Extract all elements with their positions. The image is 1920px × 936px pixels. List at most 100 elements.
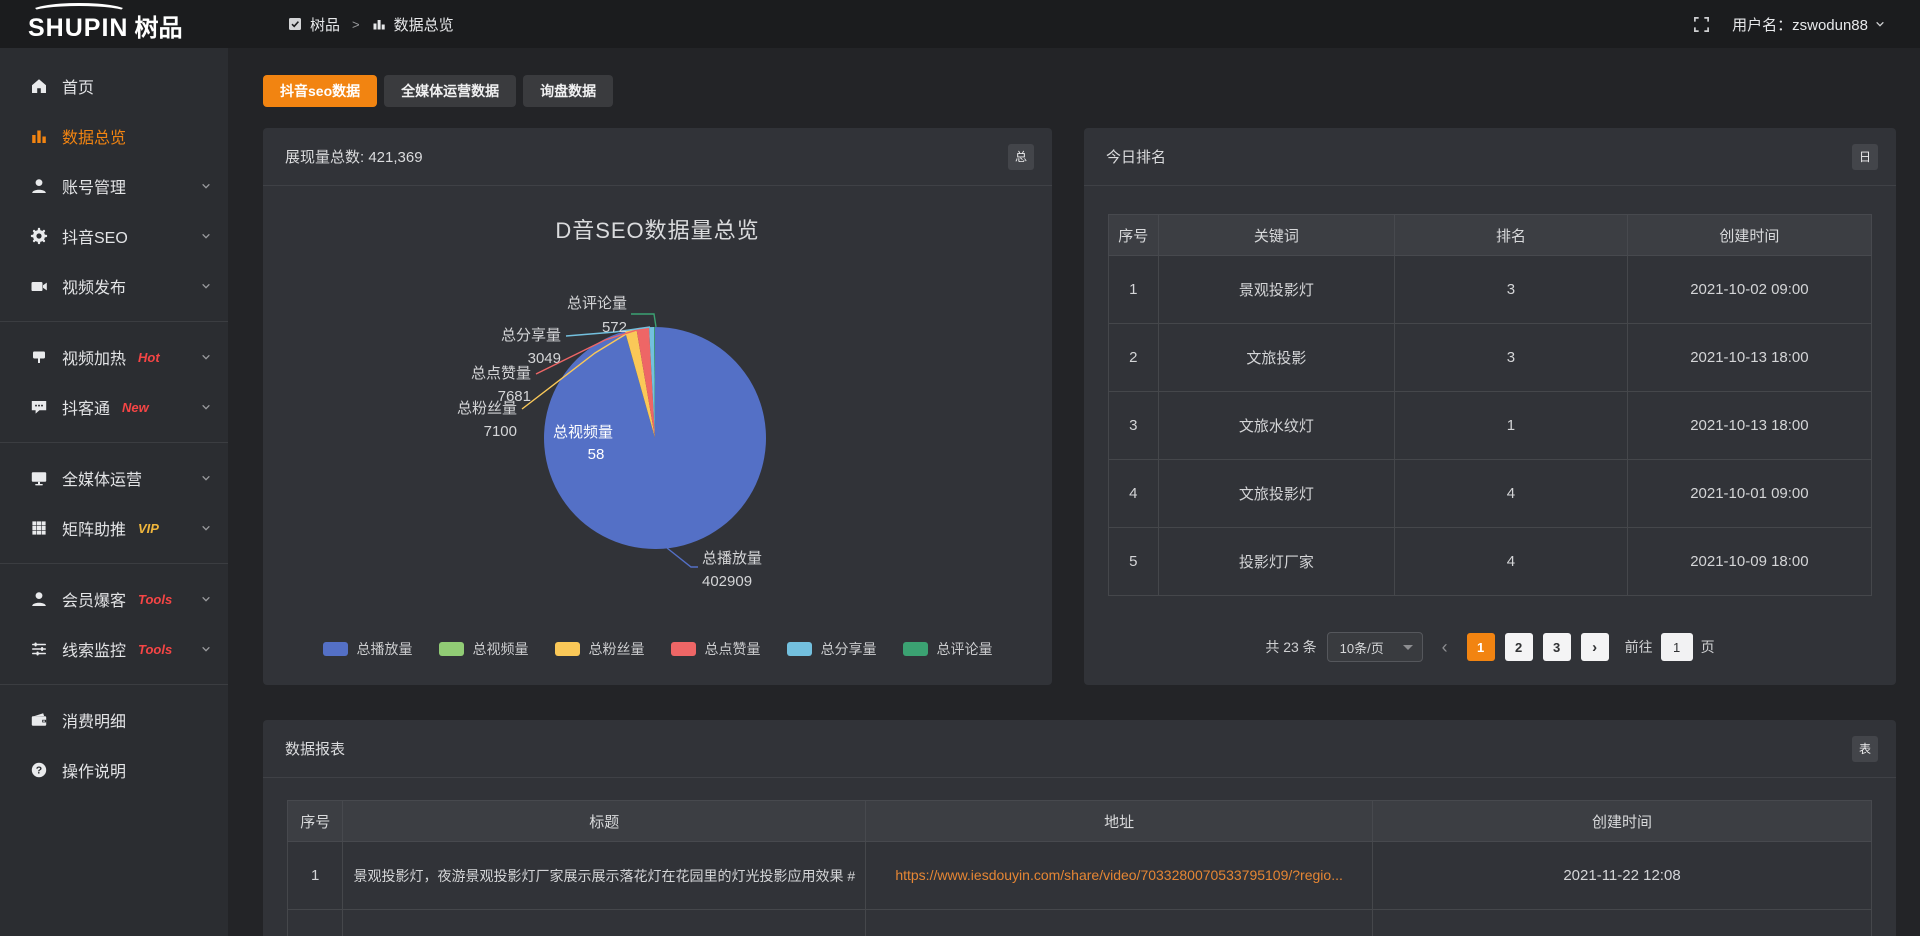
pie-label: 总播放量 bbox=[702, 550, 762, 567]
table-row: 1 景观投影灯 3 2021-10-02 09:00 bbox=[1109, 256, 1872, 324]
legend-item[interactable]: 总评论量 bbox=[903, 639, 993, 659]
table-header-row: 序号 标题 地址 创建时间 bbox=[288, 801, 1872, 842]
col-index: 序号 bbox=[1109, 215, 1159, 256]
cell-index: 3 bbox=[1109, 392, 1159, 460]
legend-label: 总点赞量 bbox=[705, 639, 761, 659]
menu-divider bbox=[0, 321, 228, 322]
gear-icon bbox=[30, 227, 48, 245]
cell-created: 2021-10-13 18:00 bbox=[1627, 392, 1871, 460]
sidebar-item-label: 操作说明 bbox=[62, 758, 126, 782]
pie-label: 3049 bbox=[528, 350, 561, 367]
col-title: 标题 bbox=[343, 801, 866, 842]
chevron-down-icon bbox=[1874, 18, 1886, 30]
tab-inquiry-data[interactable]: 询盘数据 bbox=[523, 75, 613, 107]
pie-label: 402909 bbox=[702, 573, 752, 590]
svg-text:?: ? bbox=[36, 764, 42, 776]
total-badge-button[interactable]: 总 bbox=[1008, 144, 1034, 170]
sidebar-item-account[interactable]: 账号管理 bbox=[0, 161, 228, 211]
chart-legend: 总播放量 总视频量 总粉丝量 总点赞量 总分享量 总评论量 bbox=[263, 639, 1052, 659]
page-size-value: 10条/页 bbox=[1340, 638, 1384, 657]
page-size-select[interactable]: 10条/页 bbox=[1327, 632, 1423, 662]
legend-item[interactable]: 总分享量 bbox=[787, 639, 877, 659]
cell-keyword: 文旅投影 bbox=[1158, 324, 1395, 392]
table-row: 5 投影灯厂家 4 2021-10-09 18:00 bbox=[1109, 528, 1872, 596]
col-url: 地址 bbox=[866, 801, 1373, 842]
sidebar-item-matrix-boost[interactable]: 矩阵助推 VIP bbox=[0, 503, 228, 553]
chevron-down-icon bbox=[200, 643, 212, 655]
cell-rank: 3 bbox=[1395, 256, 1628, 324]
legend-item[interactable]: 总播放量 bbox=[323, 639, 413, 659]
rank-panel-title: 今日排名 bbox=[1106, 146, 1166, 167]
day-badge-button[interactable]: 日 bbox=[1852, 144, 1878, 170]
sidebar-item-help[interactable]: ? 操作说明 bbox=[0, 745, 228, 795]
table-badge-button[interactable]: 表 bbox=[1852, 736, 1878, 762]
heater-icon bbox=[30, 348, 48, 366]
sidebar-item-video-publish[interactable]: 视频发布 bbox=[0, 261, 228, 311]
fullscreen-icon[interactable] bbox=[1693, 16, 1710, 33]
pie-label: 总点赞量 bbox=[471, 365, 531, 382]
help-icon: ? bbox=[30, 761, 48, 779]
page-button-2[interactable]: 2 bbox=[1505, 633, 1533, 661]
tab-media-operation-data[interactable]: 全媒体运营数据 bbox=[384, 75, 516, 107]
sidebar-item-expense-detail[interactable]: 消费明细 bbox=[0, 695, 228, 745]
col-rank: 排名 bbox=[1395, 215, 1628, 256]
app-logo: SHUPIN 树品 bbox=[0, 0, 228, 48]
home-icon bbox=[30, 77, 48, 95]
user-name-label: 用户名：zswodun88 bbox=[1732, 14, 1868, 35]
sidebar-item-home[interactable]: 首页 bbox=[0, 61, 228, 111]
sidebar-item-label: 全媒体运营 bbox=[62, 466, 142, 490]
new-badge: New bbox=[122, 400, 149, 415]
goto-page-input[interactable] bbox=[1661, 633, 1693, 661]
legend-label: 总视频量 bbox=[473, 639, 529, 659]
cell-rank: 1 bbox=[1395, 392, 1628, 460]
tab-douyin-seo-data[interactable]: 抖音seo数据 bbox=[263, 75, 377, 107]
sidebar-item-label: 账号管理 bbox=[62, 174, 126, 198]
sidebar-item-lead-monitor[interactable]: 线索监控 Tools bbox=[0, 624, 228, 674]
sidebar-item-video-heat[interactable]: 视频加热 Hot bbox=[0, 332, 228, 382]
legend-swatch-icon bbox=[323, 642, 348, 656]
col-index: 序号 bbox=[288, 801, 343, 842]
rank-table: 序号 关键词 排名 创建时间 1 景观投影灯 3 2021-10-02 09:0… bbox=[1108, 214, 1872, 596]
legend-item[interactable]: 总视频量 bbox=[439, 639, 529, 659]
page-button-1[interactable]: 1 bbox=[1467, 633, 1495, 661]
video-link[interactable]: https://www.iesdouyin.com/share/video/70… bbox=[895, 867, 1343, 883]
sidebar-item-member-burst[interactable]: 会员爆客 Tools bbox=[0, 574, 228, 624]
hot-badge: Hot bbox=[138, 350, 160, 365]
table-row: 2 文旅投影 3 2021-10-13 18:00 bbox=[1109, 324, 1872, 392]
sidebar-item-label: 消费明细 bbox=[62, 708, 126, 732]
chevron-down-icon bbox=[200, 472, 212, 484]
pie-label: 总分享量 bbox=[501, 327, 561, 344]
monitor-icon bbox=[30, 469, 48, 487]
prev-page-button[interactable]: ‹ bbox=[1433, 633, 1457, 661]
chevron-down-icon bbox=[200, 401, 212, 413]
breadcrumb: 树品 > 数据总览 bbox=[288, 14, 454, 35]
sidebar-item-doketong[interactable]: 抖客通 New bbox=[0, 382, 228, 432]
legend-item[interactable]: 总点赞量 bbox=[671, 639, 761, 659]
sidebar-item-label: 矩阵助推 bbox=[62, 516, 126, 540]
bar-chart-icon bbox=[30, 127, 48, 145]
legend-label: 总分享量 bbox=[821, 639, 877, 659]
menu-divider bbox=[0, 684, 228, 685]
legend-item[interactable]: 总粉丝量 bbox=[555, 639, 645, 659]
breadcrumb-current[interactable]: 数据总览 bbox=[394, 14, 454, 35]
report-panel: 数据报表 表 序号 标题 地址 创建时间 1 景观投影灯，夜游景观投影灯 bbox=[263, 720, 1896, 936]
cell-keyword: 文旅水纹灯 bbox=[1158, 392, 1395, 460]
cell-created: 2021-11-22 12:08 bbox=[1373, 842, 1872, 910]
sidebar-item-data-overview[interactable]: 数据总览 bbox=[0, 111, 228, 161]
cell-rank: 3 bbox=[1395, 324, 1628, 392]
goto-label: 前往 bbox=[1625, 637, 1653, 657]
legend-label: 总播放量 bbox=[357, 639, 413, 659]
sidebar-item-douyin-seo[interactable]: 抖音SEO bbox=[0, 211, 228, 261]
next-page-button[interactable]: › bbox=[1581, 633, 1609, 661]
breadcrumb-root[interactable]: 树品 bbox=[310, 14, 340, 35]
user-area: 用户名：zswodun88 bbox=[1693, 14, 1920, 35]
page-button-3[interactable]: 3 bbox=[1543, 633, 1571, 661]
user-menu[interactable]: 用户名：zswodun88 bbox=[1732, 14, 1886, 35]
seo-pie-chart[interactable]: 总播放量402909总视频量58总粉丝量7100总点赞量7681总分享量3049… bbox=[263, 187, 1052, 685]
cell-keyword: 景观投影灯 bbox=[1158, 256, 1395, 324]
sidebar-item-media-operation[interactable]: 全媒体运营 bbox=[0, 453, 228, 503]
cell-index: 4 bbox=[1109, 460, 1159, 528]
legend-label: 总粉丝量 bbox=[589, 639, 645, 659]
legend-swatch-icon bbox=[439, 642, 464, 656]
select-arrow-icon bbox=[1403, 645, 1413, 650]
